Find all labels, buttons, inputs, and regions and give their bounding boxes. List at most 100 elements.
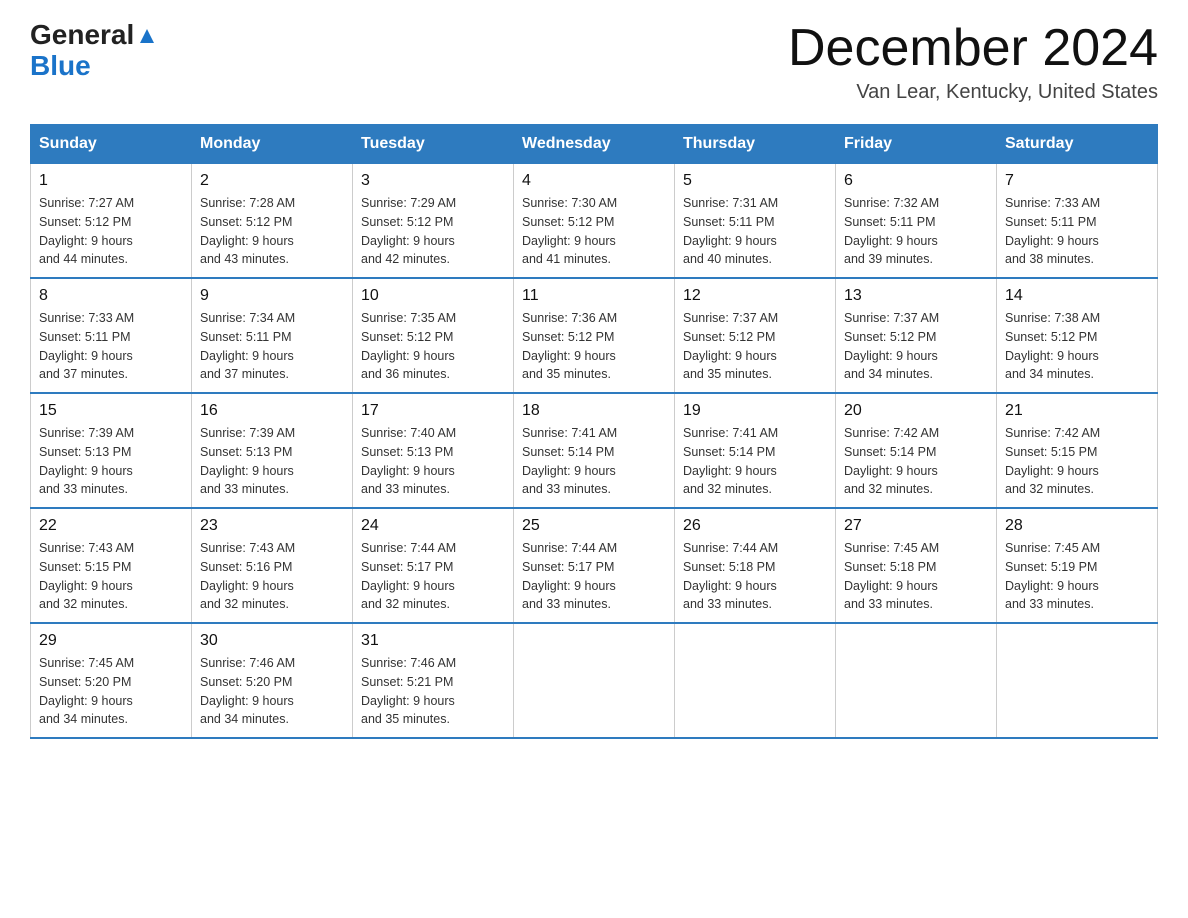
day-info: Sunrise: 7:46 AMSunset: 5:20 PMDaylight:… <box>200 654 344 729</box>
day-info: Sunrise: 7:31 AMSunset: 5:11 PMDaylight:… <box>683 194 827 269</box>
day-number: 25 <box>522 517 666 535</box>
day-number: 7 <box>1005 172 1149 190</box>
day-of-week-header: Monday <box>192 125 353 164</box>
calendar-cell: 13 Sunrise: 7:37 AMSunset: 5:12 PMDayligh… <box>836 278 997 393</box>
day-info: Sunrise: 7:35 AMSunset: 5:12 PMDaylight:… <box>361 309 505 384</box>
calendar-cell: 23 Sunrise: 7:43 AMSunset: 5:16 PMDayligh… <box>192 508 353 623</box>
day-number: 16 <box>200 402 344 420</box>
day-number: 31 <box>361 632 505 650</box>
calendar-cell: 18Sunrise: 7:41 AMSunset: 5:14 PMDayligh… <box>514 393 675 508</box>
calendar-cell <box>836 623 997 738</box>
day-info: Sunrise: 7:30 AMSunset: 5:12 PMDaylight:… <box>522 194 666 269</box>
logo: General Blue <box>30 20 158 82</box>
calendar-cell: 14 Sunrise: 7:38 AMSunset: 5:12 PMDayligh… <box>997 278 1158 393</box>
day-number: 24 <box>361 517 505 535</box>
day-number: 6 <box>844 172 988 190</box>
day-number: 1 <box>39 172 183 190</box>
day-info: Sunrise: 7:42 AMSunset: 5:15 PMDaylight:… <box>1005 424 1149 499</box>
title-section: December 2024 Van Lear, Kentucky, United… <box>788 20 1158 104</box>
calendar-cell: 12 Sunrise: 7:37 AMSunset: 5:12 PMDayligh… <box>675 278 836 393</box>
calendar-cell: 10 Sunrise: 7:35 AMSunset: 5:12 PMDayligh… <box>353 278 514 393</box>
day-number: 2 <box>200 172 344 190</box>
day-number: 5 <box>683 172 827 190</box>
day-number: 23 <box>200 517 344 535</box>
day-info: Sunrise: 7:43 AMSunset: 5:16 PMDaylight:… <box>200 539 344 614</box>
calendar-cell: 7Sunrise: 7:33 AMSunset: 5:11 PMDaylight… <box>997 164 1158 279</box>
day-info: Sunrise: 7:45 AMSunset: 5:19 PMDaylight:… <box>1005 539 1149 614</box>
calendar-cell: 4Sunrise: 7:30 AMSunset: 5:12 PMDaylight… <box>514 164 675 279</box>
calendar-cell: 24Sunrise: 7:44 AMSunset: 5:17 PMDayligh… <box>353 508 514 623</box>
calendar-cell <box>675 623 836 738</box>
calendar-cell: 1 Sunrise: 7:27 AMSunset: 5:12 PMDaylight… <box>31 164 192 279</box>
calendar-cell: 15 Sunrise: 7:39 AMSunset: 5:13 PMDayligh… <box>31 393 192 508</box>
calendar-cell: 8Sunrise: 7:33 AMSunset: 5:11 PMDaylight… <box>31 278 192 393</box>
day-info: Sunrise: 7:41 AMSunset: 5:14 PMDaylight:… <box>683 424 827 499</box>
day-number: 12 <box>683 287 827 305</box>
day-info: Sunrise: 7:46 AMSunset: 5:21 PMDaylight:… <box>361 654 505 729</box>
calendar-cell: 31 Sunrise: 7:46 AMSunset: 5:21 PMDayligh… <box>353 623 514 738</box>
day-number: 11 <box>522 287 666 305</box>
day-info: Sunrise: 7:34 AMSunset: 5:11 PMDaylight:… <box>200 309 344 384</box>
day-number: 29 <box>39 632 183 650</box>
day-of-week-header: Friday <box>836 125 997 164</box>
location-subtitle: Van Lear, Kentucky, United States <box>788 81 1158 104</box>
day-info: Sunrise: 7:42 AMSunset: 5:14 PMDaylight:… <box>844 424 988 499</box>
page-header: General Blue December 2024 Van Lear, Ken… <box>30 20 1158 104</box>
logo-blue-text: Blue <box>30 50 91 81</box>
calendar-cell: 17Sunrise: 7:40 AMSunset: 5:13 PMDayligh… <box>353 393 514 508</box>
day-of-week-header: Sunday <box>31 125 192 164</box>
day-number: 9 <box>200 287 344 305</box>
day-number: 15 <box>39 402 183 420</box>
calendar-cell: 21 Sunrise: 7:42 AMSunset: 5:15 PMDayligh… <box>997 393 1158 508</box>
day-number: 17 <box>361 402 505 420</box>
calendar-cell: 28 Sunrise: 7:45 AMSunset: 5:19 PMDayligh… <box>997 508 1158 623</box>
calendar-cell <box>514 623 675 738</box>
day-number: 20 <box>844 402 988 420</box>
calendar-cell: 26 Sunrise: 7:44 AMSunset: 5:18 PMDayligh… <box>675 508 836 623</box>
calendar-cell: 19 Sunrise: 7:41 AMSunset: 5:14 PMDayligh… <box>675 393 836 508</box>
day-of-week-header: Tuesday <box>353 125 514 164</box>
day-number: 28 <box>1005 517 1149 535</box>
calendar-cell: 27 Sunrise: 7:45 AMSunset: 5:18 PMDayligh… <box>836 508 997 623</box>
day-info: Sunrise: 7:28 AMSunset: 5:12 PMDaylight:… <box>200 194 344 269</box>
calendar-cell: 30Sunrise: 7:46 AMSunset: 5:20 PMDayligh… <box>192 623 353 738</box>
day-of-week-header: Wednesday <box>514 125 675 164</box>
calendar-cell: 3 Sunrise: 7:29 AMSunset: 5:12 PMDaylight… <box>353 164 514 279</box>
calendar-cell: 29Sunrise: 7:45 AMSunset: 5:20 PMDayligh… <box>31 623 192 738</box>
day-info: Sunrise: 7:38 AMSunset: 5:12 PMDaylight:… <box>1005 309 1149 384</box>
calendar-cell: 16Sunrise: 7:39 AMSunset: 5:13 PMDayligh… <box>192 393 353 508</box>
day-number: 21 <box>1005 402 1149 420</box>
day-number: 14 <box>1005 287 1149 305</box>
calendar-cell: 2 Sunrise: 7:28 AMSunset: 5:12 PMDaylight… <box>192 164 353 279</box>
day-number: 19 <box>683 402 827 420</box>
calendar-cell: 6 Sunrise: 7:32 AMSunset: 5:11 PMDaylight… <box>836 164 997 279</box>
logo-triangle-icon <box>136 25 158 47</box>
day-of-week-header: Saturday <box>997 125 1158 164</box>
calendar-cell: 25Sunrise: 7:44 AMSunset: 5:17 PMDayligh… <box>514 508 675 623</box>
day-number: 13 <box>844 287 988 305</box>
calendar-cell: 11 Sunrise: 7:36 AMSunset: 5:12 PMDayligh… <box>514 278 675 393</box>
day-info: Sunrise: 7:37 AMSunset: 5:12 PMDaylight:… <box>844 309 988 384</box>
day-info: Sunrise: 7:27 AMSunset: 5:12 PMDaylight:… <box>39 194 183 269</box>
calendar-table: SundayMondayTuesdayWednesdayThursdayFrid… <box>30 124 1158 739</box>
day-number: 27 <box>844 517 988 535</box>
day-info: Sunrise: 7:33 AMSunset: 5:11 PMDaylight:… <box>39 309 183 384</box>
day-info: Sunrise: 7:43 AMSunset: 5:15 PMDaylight:… <box>39 539 183 614</box>
logo-general-text: General <box>30 20 134 51</box>
calendar-cell <box>997 623 1158 738</box>
calendar-cell: 5 Sunrise: 7:31 AMSunset: 5:11 PMDaylight… <box>675 164 836 279</box>
day-info: Sunrise: 7:44 AMSunset: 5:18 PMDaylight:… <box>683 539 827 614</box>
day-of-week-header: Thursday <box>675 125 836 164</box>
day-number: 10 <box>361 287 505 305</box>
day-info: Sunrise: 7:39 AMSunset: 5:13 PMDaylight:… <box>39 424 183 499</box>
day-number: 22 <box>39 517 183 535</box>
day-info: Sunrise: 7:37 AMSunset: 5:12 PMDaylight:… <box>683 309 827 384</box>
day-number: 26 <box>683 517 827 535</box>
day-number: 3 <box>361 172 505 190</box>
day-info: Sunrise: 7:29 AMSunset: 5:12 PMDaylight:… <box>361 194 505 269</box>
day-info: Sunrise: 7:45 AMSunset: 5:18 PMDaylight:… <box>844 539 988 614</box>
month-year-title: December 2024 <box>788 20 1158 77</box>
calendar-cell: 20 Sunrise: 7:42 AMSunset: 5:14 PMDayligh… <box>836 393 997 508</box>
day-info: Sunrise: 7:32 AMSunset: 5:11 PMDaylight:… <box>844 194 988 269</box>
day-info: Sunrise: 7:36 AMSunset: 5:12 PMDaylight:… <box>522 309 666 384</box>
